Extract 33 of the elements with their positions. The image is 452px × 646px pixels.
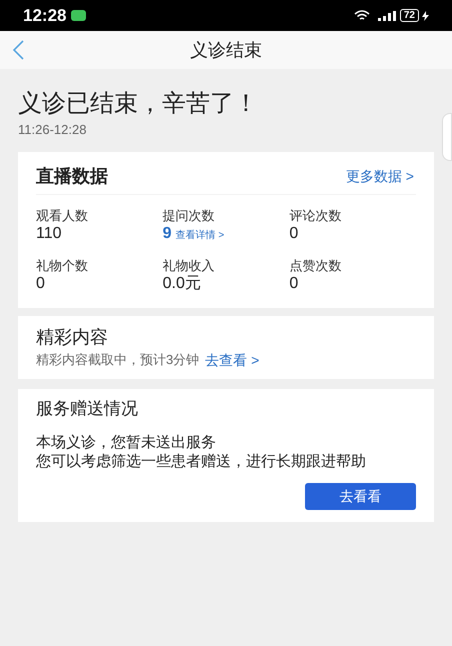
stat-label: 礼物个数 <box>36 258 89 274</box>
chat-app-icon <box>71 10 86 21</box>
stat-label: 提问次数 <box>162 208 216 224</box>
section-title: 服务赠送情况 <box>36 398 139 420</box>
status-time: 12:28 <box>23 4 66 27</box>
stat-label: 礼物收入 <box>162 258 216 274</box>
page-title: 义诊结束 <box>190 38 262 62</box>
stat-label: 点赞次数 <box>289 258 342 274</box>
signal-icon <box>378 10 396 20</box>
section-title: 直播数据 <box>36 165 108 188</box>
stat-value: 110 <box>36 224 63 244</box>
charging-icon <box>422 10 429 20</box>
battery-indicator: 72 <box>400 9 419 22</box>
stat-label: 评论次数 <box>289 208 342 224</box>
view-button[interactable]: 去看看 <box>305 482 416 510</box>
stat-value: 0 <box>289 224 300 244</box>
heading: 义诊已结束，辛苦了！ <box>18 89 259 119</box>
side-tab[interactable] <box>442 113 452 161</box>
info-text: 您可以考虑筛选一些患者赠送，进行长期跟进帮助 <box>36 452 367 470</box>
details-link[interactable]: 查看详情 > <box>176 228 224 242</box>
view-link[interactable]: 去查看 > <box>205 350 260 370</box>
time-range: 11:26-12:28 <box>18 121 88 139</box>
section-title: 精彩内容 <box>36 326 109 348</box>
stat-value: 0 <box>289 274 300 294</box>
stat-value: 0.0元 <box>162 274 202 294</box>
stat-value: 0 <box>36 274 46 294</box>
stat-value: 9 <box>162 224 172 244</box>
more-data-link[interactable]: 更多数据 > <box>346 166 414 187</box>
info-text: 本场义诊，您暂未送出服务 <box>36 432 217 452</box>
back-button[interactable] <box>12 40 24 60</box>
stat-label: 观看人数 <box>36 208 89 224</box>
status-text: 精彩内容截取中，预计3分钟 <box>36 351 200 370</box>
wifi-icon <box>354 10 370 21</box>
